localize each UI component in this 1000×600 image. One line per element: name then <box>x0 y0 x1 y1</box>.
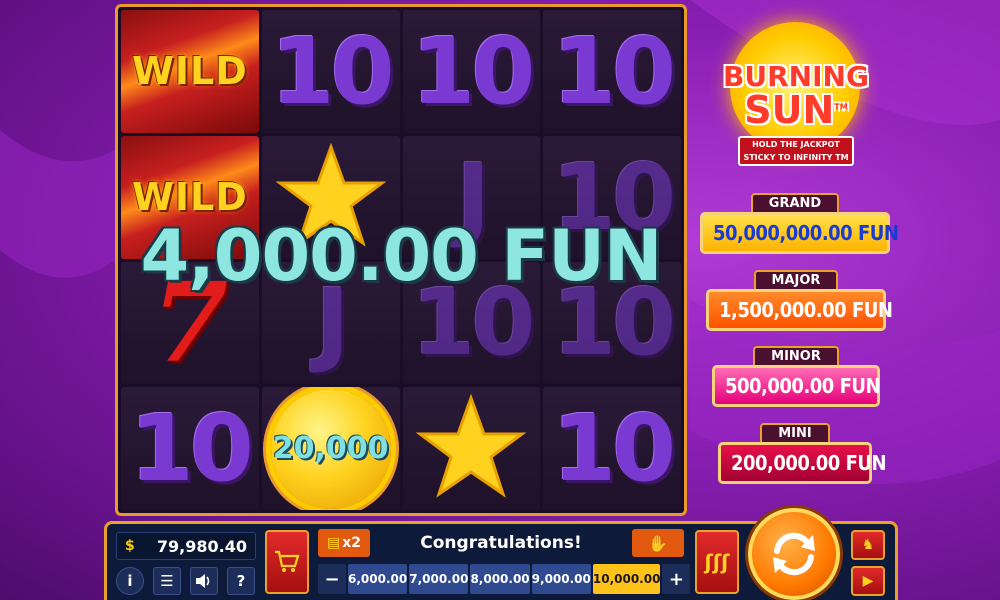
bet-option[interactable]: 6,000.00 <box>348 564 408 594</box>
autospin-button[interactable]: ▶ <box>851 566 885 596</box>
money-bag-icon: $ <box>125 538 135 554</box>
info-icon: i <box>127 572 133 590</box>
symbol-label: 10 <box>552 17 676 125</box>
menu-icon: ☰ <box>160 572 174 590</box>
bet-option[interactable]: 7,000.00 <box>409 564 469 594</box>
help-icon: ? <box>236 572 246 590</box>
jackpot-grand-value: 50,000,000.00 FUN <box>700 212 899 254</box>
jackpot-mini-label: MINI <box>760 423 830 442</box>
win-amount: 4,000.00 FUN <box>140 215 662 297</box>
turbo-button[interactable]: ♞ <box>851 530 885 560</box>
multiplier-value: x2 <box>342 535 361 551</box>
bonus-buy-button[interactable]: ʃʃʃ <box>695 530 739 594</box>
bet-option[interactable]: 8,000.00 <box>470 564 530 594</box>
symbol-label: 10 <box>270 17 395 125</box>
shop-button[interactable] <box>265 530 309 594</box>
autoplay-button[interactable]: ✋ <box>632 529 684 557</box>
bet-selector: − 6,000.00 7,000.00 8,000.00 9,000.00 10… <box>318 564 691 594</box>
jackpot-minor-label: MINOR <box>753 346 839 365</box>
symbol-label: 10 <box>129 395 254 503</box>
symbol-label: 10 <box>411 17 535 125</box>
logo-title-word: SUN <box>744 88 835 132</box>
bet-option-selected[interactable]: 10,000.00 <box>592 564 661 594</box>
wild-label: WILD <box>131 49 248 94</box>
coin-value: 20,000 <box>272 431 389 467</box>
bet-increase-button[interactable]: + <box>662 564 691 594</box>
letter-symbol: 10 <box>402 10 541 133</box>
jackpot-major-label: MAJOR <box>753 270 839 289</box>
jackpot-mini: MINI 200,000.00 FUN <box>718 422 887 484</box>
sound-button[interactable] <box>190 567 218 595</box>
logo-title-line2: SUNTM <box>716 88 876 132</box>
cart-icon <box>275 550 300 572</box>
coin-icon: 20,000 <box>270 388 391 509</box>
horse-icon: ♞ <box>861 537 875 553</box>
spin-arrows-icon <box>773 532 815 576</box>
letter-symbol: 10 <box>543 10 681 133</box>
coin-symbol: 20,000 <box>261 387 400 510</box>
balance-display: $ 79,980.40 <box>116 532 256 560</box>
wild-symbol: WILD <box>121 10 259 133</box>
spin-button[interactable] <box>748 508 840 600</box>
star-symbol <box>402 387 541 510</box>
logo-subtitle-line2: STICKY TO INFINITY TM <box>743 153 849 162</box>
jackpot-minor-value: 500,000.00 FUN <box>712 365 881 407</box>
logo-subtitle-line1: HOLD THE JACKPOT <box>752 140 840 149</box>
wild-label: WILD <box>131 175 248 220</box>
jackpot-mini-value: 200,000.00 FUN <box>718 442 887 484</box>
menu-button[interactable]: ☰ <box>153 567 181 595</box>
balance-value: 79,980.40 <box>156 536 247 556</box>
jackpot-grand: GRAND 50,000,000.00 FUN <box>700 192 899 254</box>
letter-symbol: 10 <box>543 387 681 510</box>
jackpot-major: MAJOR 1,500,000.00 FUN <box>706 269 893 331</box>
game-logo: BURNING SUNTM HOLD THE JACKPOT STICKY TO… <box>716 22 876 172</box>
star-icon <box>415 393 527 503</box>
hand-icon: ✋ <box>648 533 668 553</box>
multiplier-badge: ▤ x2 <box>318 529 370 557</box>
status-message: Congratulations! <box>420 533 582 553</box>
jackpot-grand-label: GRAND <box>750 193 840 212</box>
bet-decrease-button[interactable]: − <box>318 564 346 594</box>
flames-icon: ʃʃʃ <box>704 550 730 574</box>
jackpot-minor: MINOR 500,000.00 FUN <box>712 345 881 407</box>
coins-icon: ▤ <box>326 535 341 551</box>
jackpot-major-value: 1,500,000.00 FUN <box>706 289 893 331</box>
speaker-icon <box>196 574 210 588</box>
letter-symbol: 10 <box>261 10 400 133</box>
help-button[interactable]: ? <box>227 567 255 595</box>
logo-subtitle: HOLD THE JACKPOT STICKY TO INFINITY TM <box>738 136 854 166</box>
message-row: ▤ x2 Congratulations! ✋ <box>318 529 684 557</box>
bet-option[interactable]: 9,000.00 <box>531 564 591 594</box>
letter-symbol: 10 <box>121 387 259 510</box>
info-button[interactable]: i <box>116 567 144 595</box>
logo-tm: TM <box>834 102 848 112</box>
symbol-label: 10 <box>552 395 676 503</box>
play-icon: ▶ <box>862 573 874 589</box>
